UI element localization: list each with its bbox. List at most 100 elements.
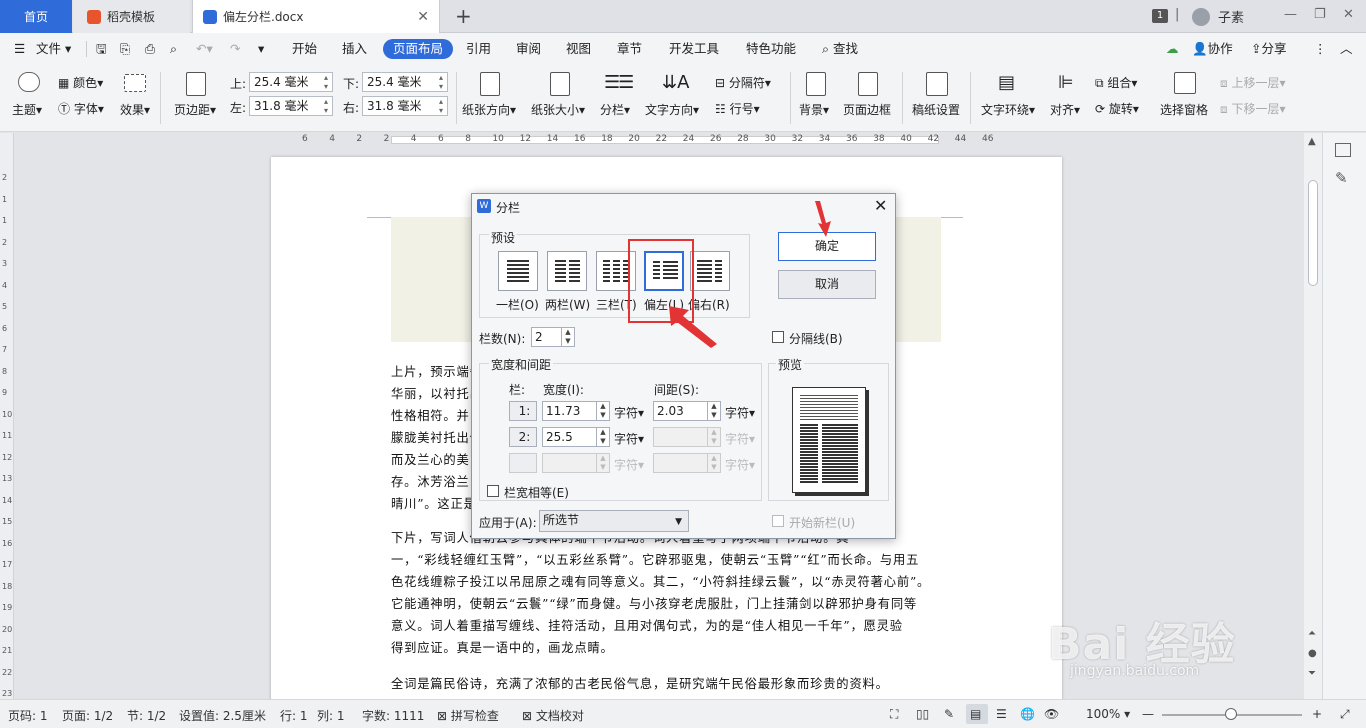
cloud-sync-icon[interactable]: ☁ (1166, 39, 1179, 59)
preset-right[interactable] (690, 251, 730, 291)
menu-item-developer[interactable]: 开发工具 (669, 39, 719, 59)
menu-item-review[interactable]: 审阅 (516, 39, 541, 59)
effects-button[interactable]: 效果▾ (120, 101, 150, 118)
print-preview-icon[interactable]: ⌕ (170, 39, 177, 59)
menu-item-insert[interactable]: 插入 (342, 39, 367, 59)
margin-button[interactable]: 页边距▾ (174, 101, 216, 118)
preset-one-column[interactable] (498, 251, 538, 291)
fullscreen-icon[interactable]: ⛶ (890, 707, 898, 722)
stepper-icon[interactable]: ▲ ▼ (707, 402, 720, 420)
stepper-icon[interactable]: ▲ ▼ (596, 428, 609, 446)
paragraph-2[interactable]: 下片，写词人借朝云参与具体的端午节活动。词人着重写了两项端午节活动。其一，“彩线… (391, 527, 941, 661)
width-unit-2[interactable]: 字符▾ (614, 430, 644, 447)
vertical-ruler[interactable]: 2 1 1 2 3 4 5 6 7 8 9 10 11 12 13 14 15 16 17 18 19 20 21 22 23 (0, 133, 14, 699)
collab-button[interactable]: 👤协作 (1192, 39, 1233, 59)
theme-button[interactable]: 主题▾ (12, 101, 42, 118)
status-setting[interactable]: 设置值: 2.5厘米 (179, 707, 266, 724)
zoom-slider-thumb[interactable] (1225, 708, 1237, 720)
paragraph-3[interactable]: 全词是篇民俗诗，充满了浓郁的古老民俗气息，是研究端午民俗最形象而珍贵的资料。 (391, 673, 941, 695)
align-button[interactable]: 对齐▾ (1050, 101, 1080, 118)
clipboard-icon[interactable]: ⎘ (120, 39, 130, 59)
select-browse-icon[interactable]: ● (1308, 648, 1317, 659)
scroll-up-icon[interactable]: ▲ (1308, 136, 1316, 147)
stepper-icon[interactable]: ▲ ▼ (561, 328, 574, 346)
close-window-icon[interactable]: ✕ (1343, 7, 1354, 22)
vertical-scrollbar[interactable]: ▲ ⏶ ● ⏷ (1304, 133, 1322, 699)
page-border-button[interactable]: 页面边框 (843, 101, 891, 118)
background-button[interactable]: 背景▾ (799, 101, 829, 118)
left-margin-input[interactable]: 31.8 毫米 (249, 96, 333, 116)
width-input-2[interactable]: 25.5 ▲ ▼ (542, 427, 610, 447)
reading-view-icon[interactable]: ▯▯ (916, 707, 929, 721)
send-backward-button[interactable]: ⧈ 下移一层▾ (1220, 100, 1286, 117)
equal-width-checkbox[interactable] (487, 485, 499, 497)
menu-item-start[interactable]: 开始 (292, 39, 317, 59)
close-dialog-icon[interactable]: ✕ (874, 196, 887, 215)
close-tab-icon[interactable]: ✕ (417, 9, 429, 25)
width-input-1[interactable]: 11.73 ▲ ▼ (542, 401, 610, 421)
status-column[interactable]: 列: 1 (317, 707, 345, 724)
collapse-ribbon-icon[interactable]: ︿ (1340, 39, 1353, 59)
web-view-icon[interactable]: 🌐 (1020, 707, 1035, 721)
spacing-input-1[interactable]: 2.03 ▲ ▼ (653, 401, 721, 421)
columns-button[interactable]: 分栏▾ (600, 101, 630, 118)
status-row[interactable]: 行: 1 (280, 707, 308, 724)
doc-proof-button[interactable]: ⊠ 文档校对 (522, 707, 584, 724)
width-unit-1[interactable]: 字符▾ (614, 404, 644, 421)
selection-pane-button[interactable]: 选择窗格 (1160, 101, 1208, 118)
color-button[interactable]: ▦ 颜色▾ (58, 74, 103, 91)
apply-to-select[interactable]: 所选节 ▼ (539, 510, 689, 532)
stepper-icon[interactable]: ▲ ▼ (596, 402, 609, 420)
wrap-text-button[interactable]: 文字环绕▾ (981, 101, 1035, 118)
preset-two-label[interactable]: 两栏(W) (545, 296, 590, 313)
cancel-button[interactable]: 取消 (778, 270, 876, 299)
top-margin-input[interactable]: 25.4 毫米 (249, 72, 333, 92)
minimize-icon[interactable]: — (1284, 7, 1297, 22)
menu-item-chapter[interactable]: 章节 (617, 39, 642, 59)
undo-icon[interactable]: ↶▾ (196, 39, 213, 59)
right-margin-input[interactable]: 31.8 毫米 (362, 96, 448, 116)
panel-toggle-icon[interactable] (1335, 143, 1351, 157)
paper-size-button[interactable]: 纸张大小▾ (531, 101, 585, 118)
save-icon[interactable]: 🖫 (96, 39, 107, 59)
next-page-icon[interactable]: ⏷ (1308, 668, 1316, 679)
scroll-thumb[interactable] (1308, 180, 1318, 286)
tab-document[interactable]: 偏左分栏.docx ✕ (192, 0, 440, 33)
group-button[interactable]: ⧉ 组合▾ (1095, 74, 1137, 91)
outline-view-icon[interactable]: ☰ (996, 707, 1007, 721)
status-pages[interactable]: 页面: 1/2 (62, 707, 113, 724)
zoom-level[interactable]: 100% ▾ (1086, 707, 1130, 721)
spell-check-button[interactable]: ⊠ 拼写检查 (437, 707, 499, 724)
menu-item-references[interactable]: 引用 (466, 39, 491, 59)
redo-icon[interactable]: ↷ (230, 39, 240, 59)
zoom-out-icon[interactable]: — (1142, 707, 1154, 721)
num-columns-input[interactable]: 2 ▲ ▼ (531, 327, 575, 347)
menu-item-features[interactable]: 特色功能 (746, 39, 796, 59)
restore-icon[interactable]: ❐ (1314, 7, 1326, 22)
new-tab-icon[interactable]: + (455, 4, 472, 28)
tab-home[interactable]: 首页 (0, 0, 72, 33)
tab-template[interactable]: 稻壳模板 (73, 0, 190, 33)
fit-page-icon[interactable]: ⤢ (1340, 707, 1350, 722)
share-button[interactable]: ⇪分享 (1251, 39, 1287, 59)
preset-one-label[interactable]: 一栏(O) (496, 296, 539, 313)
user-name[interactable]: 子素 (1218, 7, 1244, 26)
spacing-unit-1[interactable]: 字符▾ (725, 404, 755, 421)
text-direction-button[interactable]: 文字方向▾ (645, 101, 699, 118)
menu-hamburger-icon[interactable]: ☰ (14, 39, 25, 59)
font-button[interactable]: Ⓣ 字体▾ (58, 100, 104, 117)
zoom-in-icon[interactable]: + (1312, 707, 1322, 721)
more-icon[interactable]: ▾ (258, 39, 264, 59)
edit-mode-icon[interactable]: ✎ (944, 707, 954, 721)
orientation-button[interactable]: 纸张方向▾ (462, 101, 516, 118)
rotate-button[interactable]: ⟳ 旋转▾ (1095, 100, 1139, 117)
menu-item-view[interactable]: 视图 (566, 39, 591, 59)
preset-two-columns[interactable] (547, 251, 587, 291)
separator-line-checkbox[interactable] (772, 331, 784, 343)
bring-forward-button[interactable]: ⧈ 上移一层▾ (1220, 74, 1286, 91)
manuscript-button[interactable]: 稿纸设置 (912, 101, 960, 118)
status-page-number[interactable]: 页码: 1 (8, 707, 48, 724)
pen-icon[interactable]: ✎ (1335, 169, 1348, 187)
menu-item-page-layout[interactable]: 页面布局 (383, 39, 454, 59)
horizontal-ruler[interactable]: 6 4 2 2 4 6 8 10 12 14 16 18 20 22 24 26 28 30 32 34 36 38 40 4… (290, 133, 1050, 147)
